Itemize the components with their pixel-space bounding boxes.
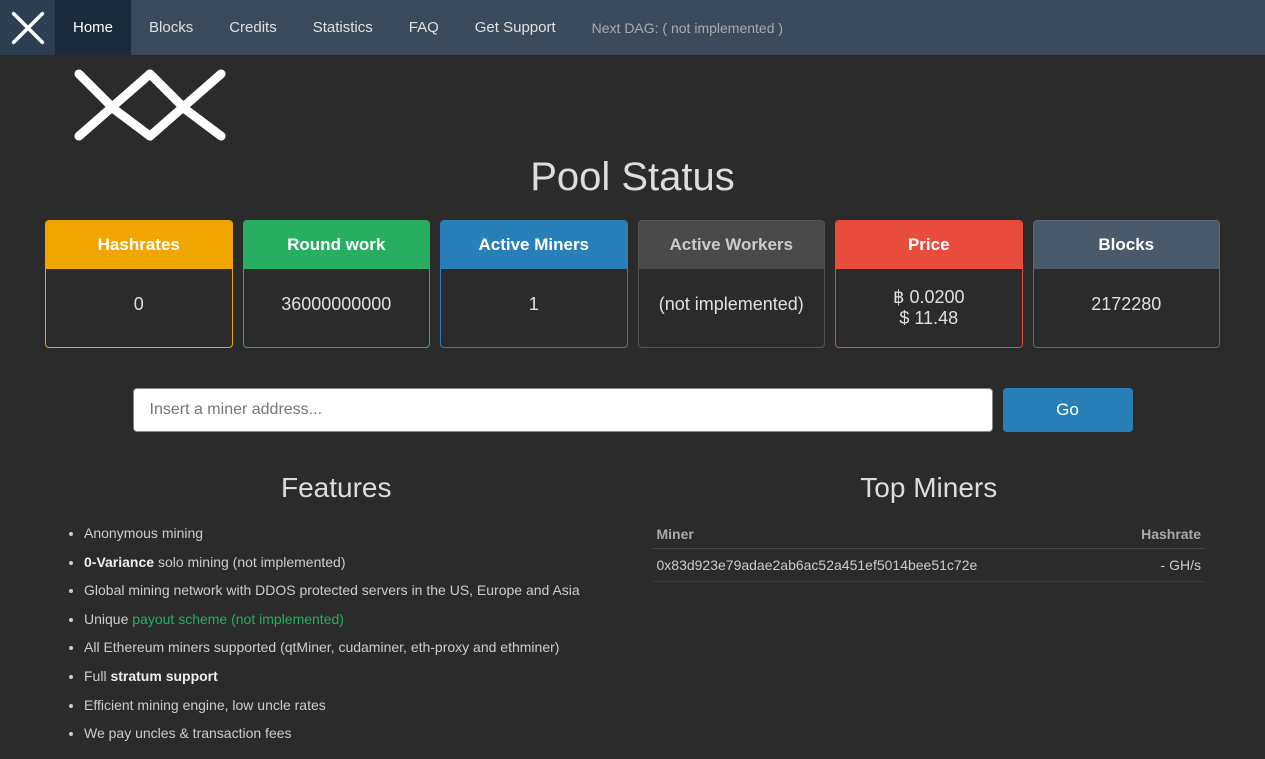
card-activeworkers: Active Workers (not implemented) — [638, 220, 826, 348]
card-activeminers-body: 1 — [441, 269, 627, 339]
card-price-header: Price — [836, 221, 1022, 269]
card-blocks: Blocks 2172280 — [1033, 220, 1221, 348]
top-miners-title: Top Miners — [653, 472, 1206, 504]
search-input[interactable] — [133, 388, 993, 432]
card-hashrates: Hashrates 0 — [45, 220, 233, 348]
nav-logo — [0, 0, 55, 55]
miners-table-row: 0x83d923e79adae2ab6ac52a451ef5014bee51c7… — [653, 549, 1206, 582]
logo-area — [0, 55, 1265, 145]
card-hashrates-body: 0 — [46, 269, 232, 339]
card-roundwork-header: Round work — [244, 221, 430, 269]
card-activeminers-value: 1 — [529, 294, 539, 315]
payout-scheme-link[interactable]: payout scheme (not implemented) — [132, 611, 344, 627]
miner-hashrate: - GH/s — [1110, 549, 1205, 582]
card-activeworkers-header: Active Workers — [639, 221, 825, 269]
feature-item-1: Anonymous mining — [84, 520, 613, 547]
card-activeworkers-value: (not implemented) — [659, 294, 804, 315]
card-blocks-header: Blocks — [1034, 221, 1220, 269]
feature-item-7: Efficient mining engine, low uncle rates — [84, 692, 613, 719]
card-activeminers-header: Active Miners — [441, 221, 627, 269]
miners-table: Miner Hashrate 0x83d923e79adae2ab6ac52a4… — [653, 520, 1206, 582]
miners-col-miner: Miner — [653, 520, 1111, 549]
card-roundwork: Round work 36000000000 — [243, 220, 431, 348]
card-blocks-value: 2172280 — [1091, 294, 1161, 315]
nav-blocks[interactable]: Blocks — [131, 0, 211, 55]
miner-address: 0x83d923e79adae2ab6ac52a451ef5014bee51c7… — [653, 549, 1111, 582]
feature-item-8: We pay uncles & transaction fees — [84, 720, 613, 747]
logo-big — [60, 65, 240, 145]
navbar: Home Blocks Credits Statistics FAQ Get S… — [0, 0, 1265, 55]
card-activeminers: Active Miners 1 — [440, 220, 628, 348]
nav-faq[interactable]: FAQ — [391, 0, 457, 55]
nav-next-dag: Next DAG: ( not implemented ) — [574, 0, 801, 55]
card-price-body: ฿ 0.0200 $ 11.48 — [836, 269, 1022, 347]
pool-status-title: Pool Status — [40, 155, 1225, 200]
card-roundwork-body: 36000000000 — [244, 269, 430, 339]
feature-bold-variance: 0-Variance — [84, 554, 154, 570]
nav-get-support[interactable]: Get Support — [457, 0, 574, 55]
feature-item-2: 0-Variance solo mining (not implemented) — [84, 549, 613, 576]
features-list: Anonymous mining 0-Variance solo mining … — [60, 520, 613, 747]
miners-table-header-row: Miner Hashrate — [653, 520, 1206, 549]
stratum-support-bold: stratum support — [110, 668, 217, 684]
cards-row: Hashrates 0 Round work 36000000000 Activ… — [40, 220, 1225, 348]
nav-credits[interactable]: Credits — [211, 0, 295, 55]
go-button[interactable]: Go — [1003, 388, 1133, 432]
feature-item-5: All Ethereum miners supported (qtMiner, … — [84, 634, 613, 661]
card-activeworkers-body: (not implemented) — [639, 269, 825, 339]
bottom-section: Features Anonymous mining 0-Variance sol… — [0, 462, 1265, 759]
nav-links: Home Blocks Credits Statistics FAQ Get S… — [55, 0, 801, 55]
feature-item-4: Unique payout scheme (not implemented) — [84, 606, 613, 633]
pool-status-section: Pool Status Hashrates 0 Round work 36000… — [0, 145, 1265, 378]
miners-col-hashrate: Hashrate — [1110, 520, 1205, 549]
nav-statistics[interactable]: Statistics — [295, 0, 391, 55]
card-price-btc: ฿ 0.0200 — [893, 287, 965, 308]
card-price-usd: $ 11.48 — [899, 308, 958, 329]
nav-home[interactable]: Home — [55, 0, 131, 55]
card-hashrates-header: Hashrates — [46, 221, 232, 269]
card-roundwork-value: 36000000000 — [281, 294, 391, 315]
pickaxe-icon — [10, 10, 46, 46]
card-hashrates-value: 0 — [134, 294, 144, 315]
search-section: Go — [0, 378, 1265, 462]
features-section: Features Anonymous mining 0-Variance sol… — [60, 472, 613, 749]
feature-item-3: Global mining network with DDOS protecte… — [84, 577, 613, 604]
feature-item-6: Full stratum support — [84, 663, 613, 690]
card-price: Price ฿ 0.0200 $ 11.48 — [835, 220, 1023, 348]
card-blocks-body: 2172280 — [1034, 269, 1220, 339]
features-title: Features — [60, 472, 613, 504]
top-miners-section: Top Miners Miner Hashrate 0x83d923e79ada… — [653, 472, 1206, 749]
